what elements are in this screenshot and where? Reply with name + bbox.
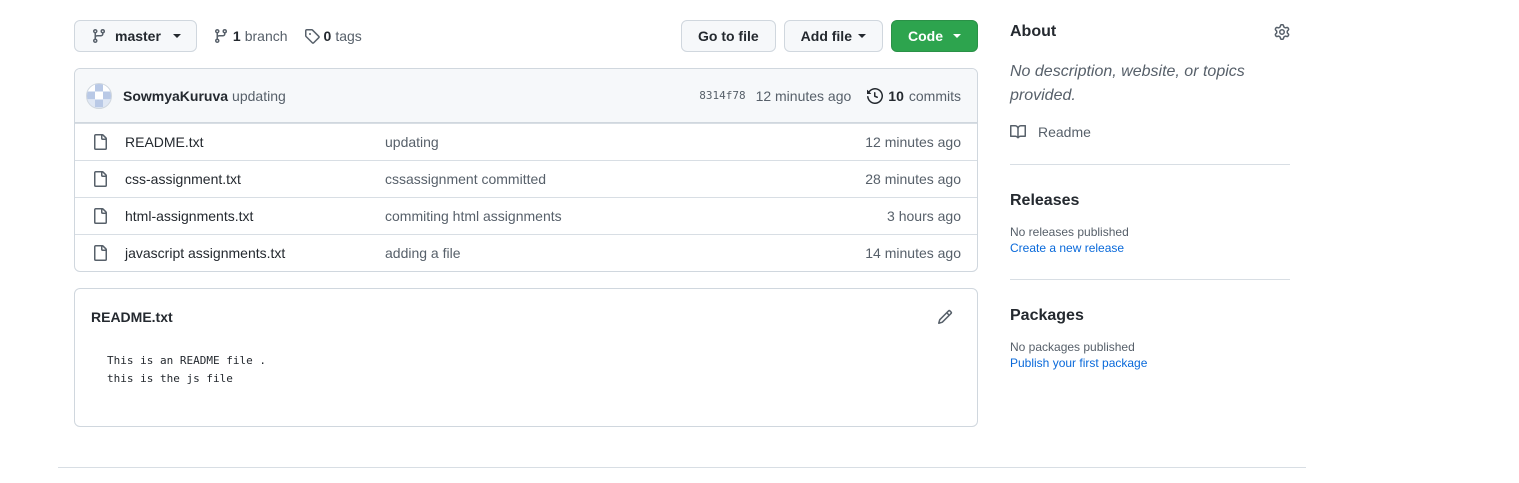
file-browser: SowmyaKuruva updating 8314f78 12 minutes… [74, 68, 978, 272]
branches-link[interactable]: 1 branch [213, 28, 288, 44]
commits-history-link[interactable]: 10 commits [867, 88, 961, 104]
about-description: No description, website, or topics provi… [1010, 63, 1245, 104]
git-branch-icon [213, 28, 229, 44]
file-row: html-assignments.txt commiting html assi… [75, 197, 977, 234]
branch-select-button[interactable]: master [74, 20, 197, 52]
branch-count: 1 [232, 28, 241, 44]
file-icon [92, 245, 108, 261]
tags-link[interactable]: 0 tags [304, 28, 362, 44]
commit-time: 12 minutes ago [755, 87, 852, 104]
publish-package-link[interactable]: Publish your first package [1010, 356, 1290, 370]
commit-sha[interactable]: 8314f78 [699, 89, 745, 102]
file-commit-message[interactable]: cssassignment committed [385, 171, 865, 187]
sidebar-divider [1010, 279, 1290, 280]
chevron-down-icon [858, 34, 866, 38]
file-icon [92, 208, 108, 224]
file-commit-time: 14 minutes ago [865, 245, 961, 261]
file-row: css-assignment.txt cssassignment committ… [75, 160, 977, 197]
file-name[interactable]: css-assignment.txt [125, 171, 385, 187]
tag-icon [304, 28, 320, 44]
readme-header: README.txt [75, 289, 977, 344]
create-release-link[interactable]: Create a new release [1010, 241, 1290, 255]
add-file-button[interactable]: Add file [783, 20, 883, 52]
readme-content: This is an README file . this is the js … [107, 354, 266, 385]
file-name[interactable]: html-assignments.txt [125, 208, 385, 224]
readme-link[interactable]: Readme [1010, 124, 1290, 140]
readme-panel: README.txt This is an README file . this… [74, 288, 978, 427]
branch-label: branch [244, 28, 288, 44]
tag-label: tags [335, 28, 362, 44]
repo-sidebar: About No description, website, or topics… [1010, 20, 1290, 370]
go-to-file-button[interactable]: Go to file [680, 20, 776, 52]
commit-author[interactable]: SowmyaKuruva [123, 88, 228, 104]
code-button[interactable]: Code [891, 20, 978, 52]
commit-count-label: commits [908, 87, 961, 104]
about-header: About [1010, 20, 1290, 44]
book-icon [1010, 124, 1026, 140]
pencil-icon[interactable] [937, 309, 953, 325]
footer-divider [58, 467, 1306, 468]
file-name[interactable]: javascript assignments.txt [125, 245, 385, 261]
file-row: javascript assignments.txt adding a file… [75, 234, 977, 271]
commit-message[interactable]: updating [232, 88, 286, 104]
history-icon [867, 87, 884, 104]
readme-link-label: Readme [1038, 124, 1091, 140]
add-file-label: Add file [800, 28, 852, 44]
file-icon [92, 134, 108, 150]
file-commit-time: 28 minutes ago [865, 171, 961, 187]
tag-count: 0 [323, 28, 332, 44]
sidebar-divider [1010, 164, 1290, 165]
releases-title[interactable]: Releases [1010, 189, 1290, 213]
file-commit-time: 12 minutes ago [865, 134, 961, 150]
file-commit-time: 3 hours ago [887, 208, 961, 224]
readme-title[interactable]: README.txt [91, 309, 937, 325]
packages-empty-text: No packages published [1010, 340, 1135, 354]
chevron-down-icon [172, 34, 181, 38]
packages-title[interactable]: Packages [1010, 304, 1290, 328]
file-icon [92, 171, 108, 187]
gear-icon[interactable] [1274, 24, 1290, 40]
code-label: Code [908, 28, 943, 44]
releases-empty-text: No releases published [1010, 225, 1129, 239]
file-commit-message[interactable]: commiting html assignments [385, 208, 887, 224]
file-row: README.txt updating 12 minutes ago [75, 123, 977, 160]
git-branch-icon [91, 28, 107, 44]
latest-commit-bar: SowmyaKuruva updating 8314f78 12 minutes… [75, 69, 977, 123]
file-commit-message[interactable]: adding a file [385, 245, 865, 261]
branch-name: master [115, 28, 161, 44]
file-name[interactable]: README.txt [125, 134, 385, 150]
repo-toolbar: master 1 branch 0 tags Go to file Add fi… [74, 20, 978, 52]
about-title: About [1010, 23, 1057, 40]
avatar[interactable] [86, 82, 112, 109]
chevron-down-icon [953, 34, 961, 38]
commit-count: 10 [888, 87, 904, 104]
file-commit-message[interactable]: updating [385, 134, 865, 150]
